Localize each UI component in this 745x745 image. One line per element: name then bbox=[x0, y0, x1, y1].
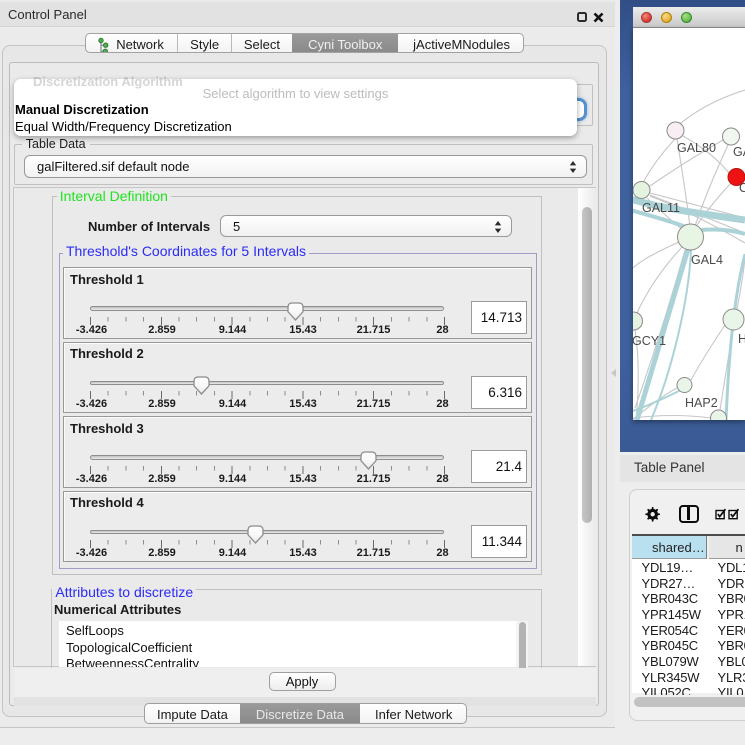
svg-text:GAL80: GAL80 bbox=[677, 141, 716, 155]
svg-text:GAL4: GAL4 bbox=[691, 253, 723, 267]
svg-text:HAP2: HAP2 bbox=[685, 396, 718, 410]
svg-text:GAL11: GAL11 bbox=[642, 201, 680, 215]
svg-text:H: H bbox=[738, 332, 745, 346]
svg-text:C: C bbox=[739, 181, 745, 195]
svg-text:GA: GA bbox=[733, 145, 745, 159]
svg-text:GCY1: GCY1 bbox=[633, 334, 666, 348]
